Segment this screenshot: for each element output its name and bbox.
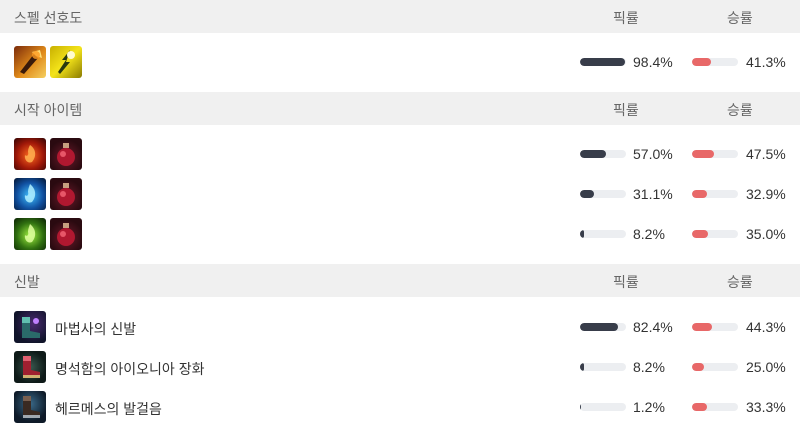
bar-fill (692, 363, 704, 371)
pick-rate-bar (580, 403, 626, 411)
health-potion-icon (50, 178, 82, 210)
win-rate-value: 32.9% (746, 186, 786, 202)
pick-rate-value: 1.2% (633, 399, 665, 415)
pick-rate-bar (580, 230, 626, 238)
health-potion-icon (50, 218, 82, 250)
spell-row: 98.4% 41.3% (0, 42, 800, 82)
pick-rate-value: 98.4% (633, 54, 673, 70)
start-item-row: 57.0% 47.5% (0, 134, 800, 174)
pick-rate-bar (580, 150, 626, 158)
bar-fill (580, 58, 626, 66)
win-rate-bar (692, 403, 738, 411)
bar-fill (580, 150, 607, 158)
bar-fill (692, 230, 709, 238)
boots-section-header: 신발 픽률 승률 (0, 264, 800, 297)
pick-rate-value: 57.0% (633, 146, 673, 162)
win-rate-bar (692, 190, 738, 198)
pick-rate-value: 31.1% (633, 186, 673, 202)
bar-fill (580, 190, 595, 198)
boots-row: 명석함의 아이오니아 장화 8.2% 25.0% (0, 347, 800, 387)
boots-row: 헤르메스의 발걸음 1.2% 33.3% (0, 387, 800, 427)
start-item-icons (14, 138, 82, 170)
pick-rate-bar (580, 58, 626, 66)
spell-section-header: 스펠 선호도 픽률 승률 (0, 0, 800, 33)
start-items-section-header: 시작 아이템 픽률 승률 (0, 92, 800, 125)
green-support-item-icon (14, 218, 46, 250)
boots-section-title: 신발 (14, 274, 40, 290)
spell-section-title: 스펠 선호도 (14, 10, 83, 26)
boots-row: 마법사의 신발 82.4% 44.3% (0, 307, 800, 347)
boots-icons (14, 391, 46, 423)
pick-rate-header: 픽률 (613, 10, 639, 26)
start-items-section-title: 시작 아이템 (14, 102, 83, 118)
win-rate-bar (692, 323, 738, 331)
win-rate-bar (692, 230, 738, 238)
ionian-boots-icon (14, 351, 46, 383)
start-item-row: 31.1% 32.9% (0, 174, 800, 214)
win-rate-value: 41.3% (746, 54, 786, 70)
bar-fill (580, 363, 584, 371)
boots-name: 마법사의 신발 (55, 321, 137, 337)
pick-rate-value: 8.2% (633, 359, 665, 375)
pick-rate-header: 픽률 (613, 102, 639, 118)
start-item-row: 8.2% 35.0% (0, 214, 800, 254)
start-item-icons (14, 178, 82, 210)
win-rate-bar (692, 58, 738, 66)
start-item-icons (14, 218, 82, 250)
pick-rate-bar (580, 363, 626, 371)
health-potion-icon (50, 138, 82, 170)
boots-name: 명석함의 아이오니아 장화 (55, 361, 205, 377)
win-rate-header: 승률 (727, 10, 753, 26)
pick-rate-value: 82.4% (633, 319, 673, 335)
boots-name: 헤르메스의 발걸음 (55, 401, 162, 417)
win-rate-value: 44.3% (746, 319, 786, 335)
mercury-treads-icon (14, 391, 46, 423)
bar-fill (692, 150, 714, 158)
boots-icons (14, 351, 46, 383)
flash-spell-icon (50, 46, 82, 78)
win-rate-value: 47.5% (746, 146, 786, 162)
bar-fill (692, 403, 708, 411)
sorcerer-shoes-icon (14, 311, 46, 343)
win-rate-bar (692, 363, 738, 371)
pick-rate-bar (580, 190, 626, 198)
bar-fill (692, 323, 713, 331)
bar-fill (580, 323, 618, 331)
pick-rate-header: 픽률 (613, 274, 639, 290)
win-rate-header: 승률 (727, 274, 753, 290)
win-rate-value: 25.0% (746, 359, 786, 375)
win-rate-value: 35.0% (746, 226, 786, 242)
boots-icons (14, 311, 46, 343)
win-rate-header: 승률 (727, 102, 753, 118)
ignite-spell-icon (14, 46, 46, 78)
blue-support-item-icon (14, 178, 46, 210)
win-rate-bar (692, 150, 738, 158)
red-support-item-icon (14, 138, 46, 170)
pick-rate-bar (580, 323, 626, 331)
win-rate-value: 33.3% (746, 399, 786, 415)
pick-rate-value: 8.2% (633, 226, 665, 242)
bar-fill (692, 190, 708, 198)
spell-icons (14, 46, 82, 78)
bar-fill (580, 230, 584, 238)
bar-fill (692, 58, 711, 66)
bar-fill (580, 403, 581, 411)
